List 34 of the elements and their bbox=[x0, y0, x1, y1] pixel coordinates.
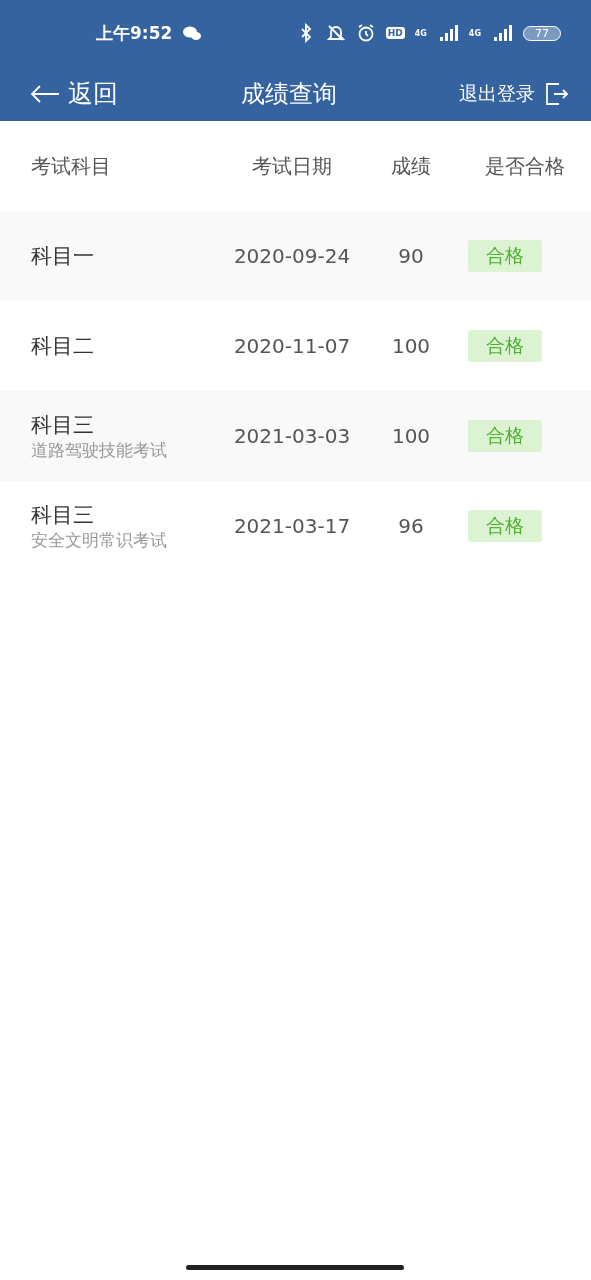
subject-cell-text: 科目一 bbox=[31, 243, 95, 270]
result-tag: 合格 bbox=[468, 510, 542, 542]
logout-icon bbox=[545, 81, 569, 106]
status-time: 上午9:52 bbox=[96, 21, 173, 45]
result-tag: 合格 bbox=[468, 420, 542, 452]
hd-badge: HD bbox=[385, 27, 405, 39]
date-cell-text: 2021-03-17 bbox=[232, 514, 352, 538]
network-label: 4G bbox=[414, 28, 427, 38]
date-cell-text: 2020-11-07 bbox=[232, 334, 352, 358]
subject-cell-text: 科目三 bbox=[31, 411, 95, 439]
signal-icon bbox=[491, 23, 513, 43]
result-tag: 合格 bbox=[468, 240, 542, 272]
network-label: 4G bbox=[468, 28, 481, 38]
back-arrow-icon bbox=[30, 83, 60, 104]
back-button[interactable]: 返回 bbox=[30, 77, 118, 110]
column-header: 考试科目 bbox=[31, 152, 112, 180]
bell-off-icon bbox=[325, 23, 346, 43]
column-header: 考试日期 bbox=[251, 152, 333, 180]
score-cell-text: 100 bbox=[390, 424, 432, 448]
score-cell-text: 100 bbox=[390, 334, 432, 358]
date-cell-text: 2020-09-24 bbox=[232, 244, 352, 268]
page-title: 成绩查询 bbox=[239, 78, 338, 110]
score-cell-text: 96 bbox=[397, 514, 425, 538]
date-cell-text: 2021-03-03 bbox=[232, 424, 352, 448]
score-cell-text: 90 bbox=[397, 244, 425, 268]
battery-indicator: 77 bbox=[523, 25, 561, 41]
logout-button[interactable]: 退出登录 bbox=[459, 80, 569, 107]
column-header: 成绩 bbox=[390, 152, 432, 180]
column-header: 是否合格 bbox=[484, 152, 566, 180]
subject-detail: 安全文明常识考试 bbox=[31, 528, 168, 552]
subject-cell-text: 科目三 bbox=[31, 501, 95, 529]
subject-detail: 道路驾驶技能考试 bbox=[31, 438, 168, 462]
result-tag: 合格 bbox=[468, 330, 542, 362]
subject-cell-text: 科目二 bbox=[31, 333, 95, 360]
